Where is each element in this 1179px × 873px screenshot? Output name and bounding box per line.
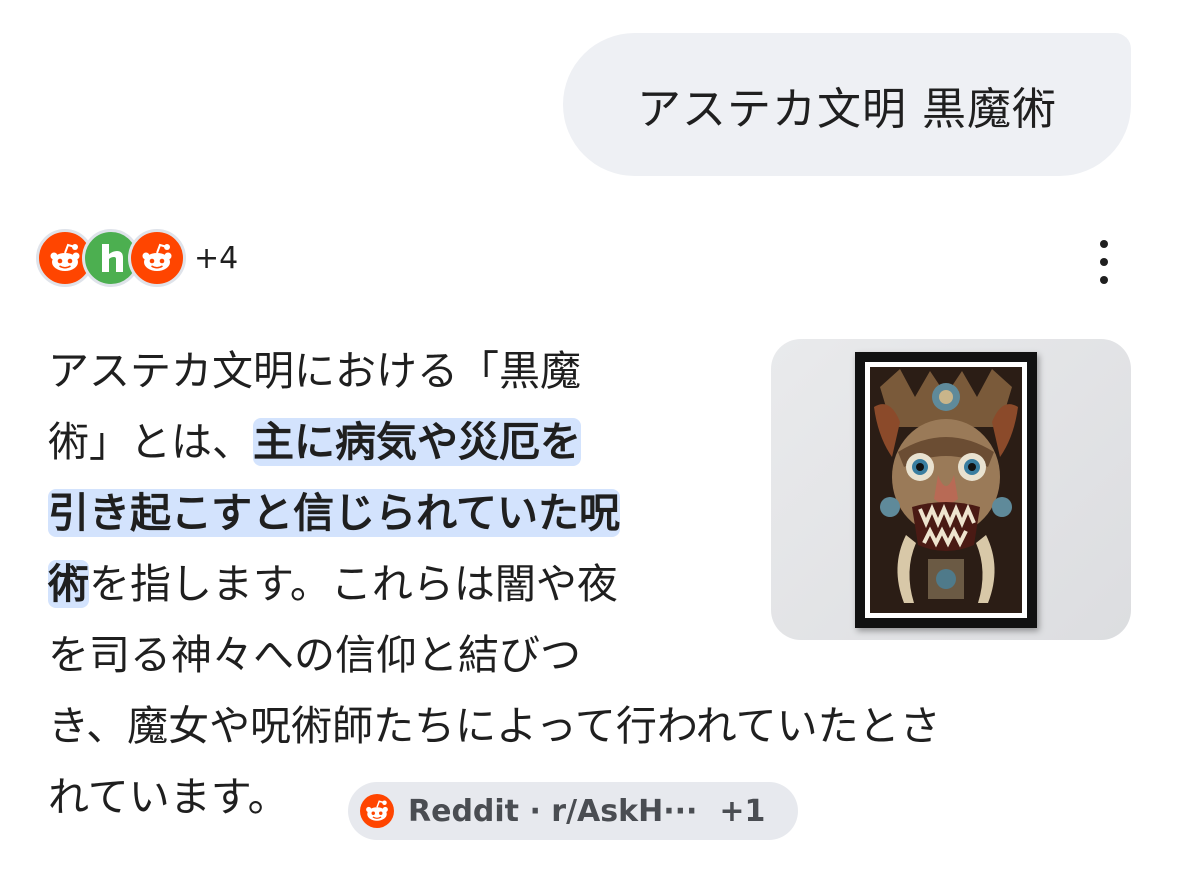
query-text: アステカ文明 黒魔術 [637, 83, 1057, 135]
citation-chip[interactable]: Reddit · r/AskH··· +1 [348, 782, 798, 840]
answer-highlight: 主に病気や災厄を [253, 418, 581, 466]
citation-chip-count: +1 [719, 793, 766, 829]
answer-thumbnail[interactable] [771, 339, 1131, 640]
answer-text-plain: を指します。これらは闇や夜 [89, 560, 618, 608]
sources-row[interactable]: +4 [36, 226, 238, 290]
more-vert-icon[interactable] [1088, 240, 1120, 284]
reddit-icon [128, 229, 186, 287]
answer-text-plain: 術」とは、 [48, 418, 253, 466]
answer-highlight: 術 [48, 560, 89, 608]
citation-chip-label: Reddit · r/AskH··· [408, 793, 698, 829]
answer-line: き、魔女や呪術師たちによって行われていたとさ [48, 702, 941, 750]
answer-highlight: 引き起こすと信じられていた呪 [48, 489, 620, 537]
sources-more-count: +4 [194, 240, 239, 276]
reddit-icon [360, 794, 394, 828]
framed-aztec-mask-art [855, 352, 1037, 628]
user-query-bubble: アステカ文明 黒魔術 [563, 33, 1131, 176]
